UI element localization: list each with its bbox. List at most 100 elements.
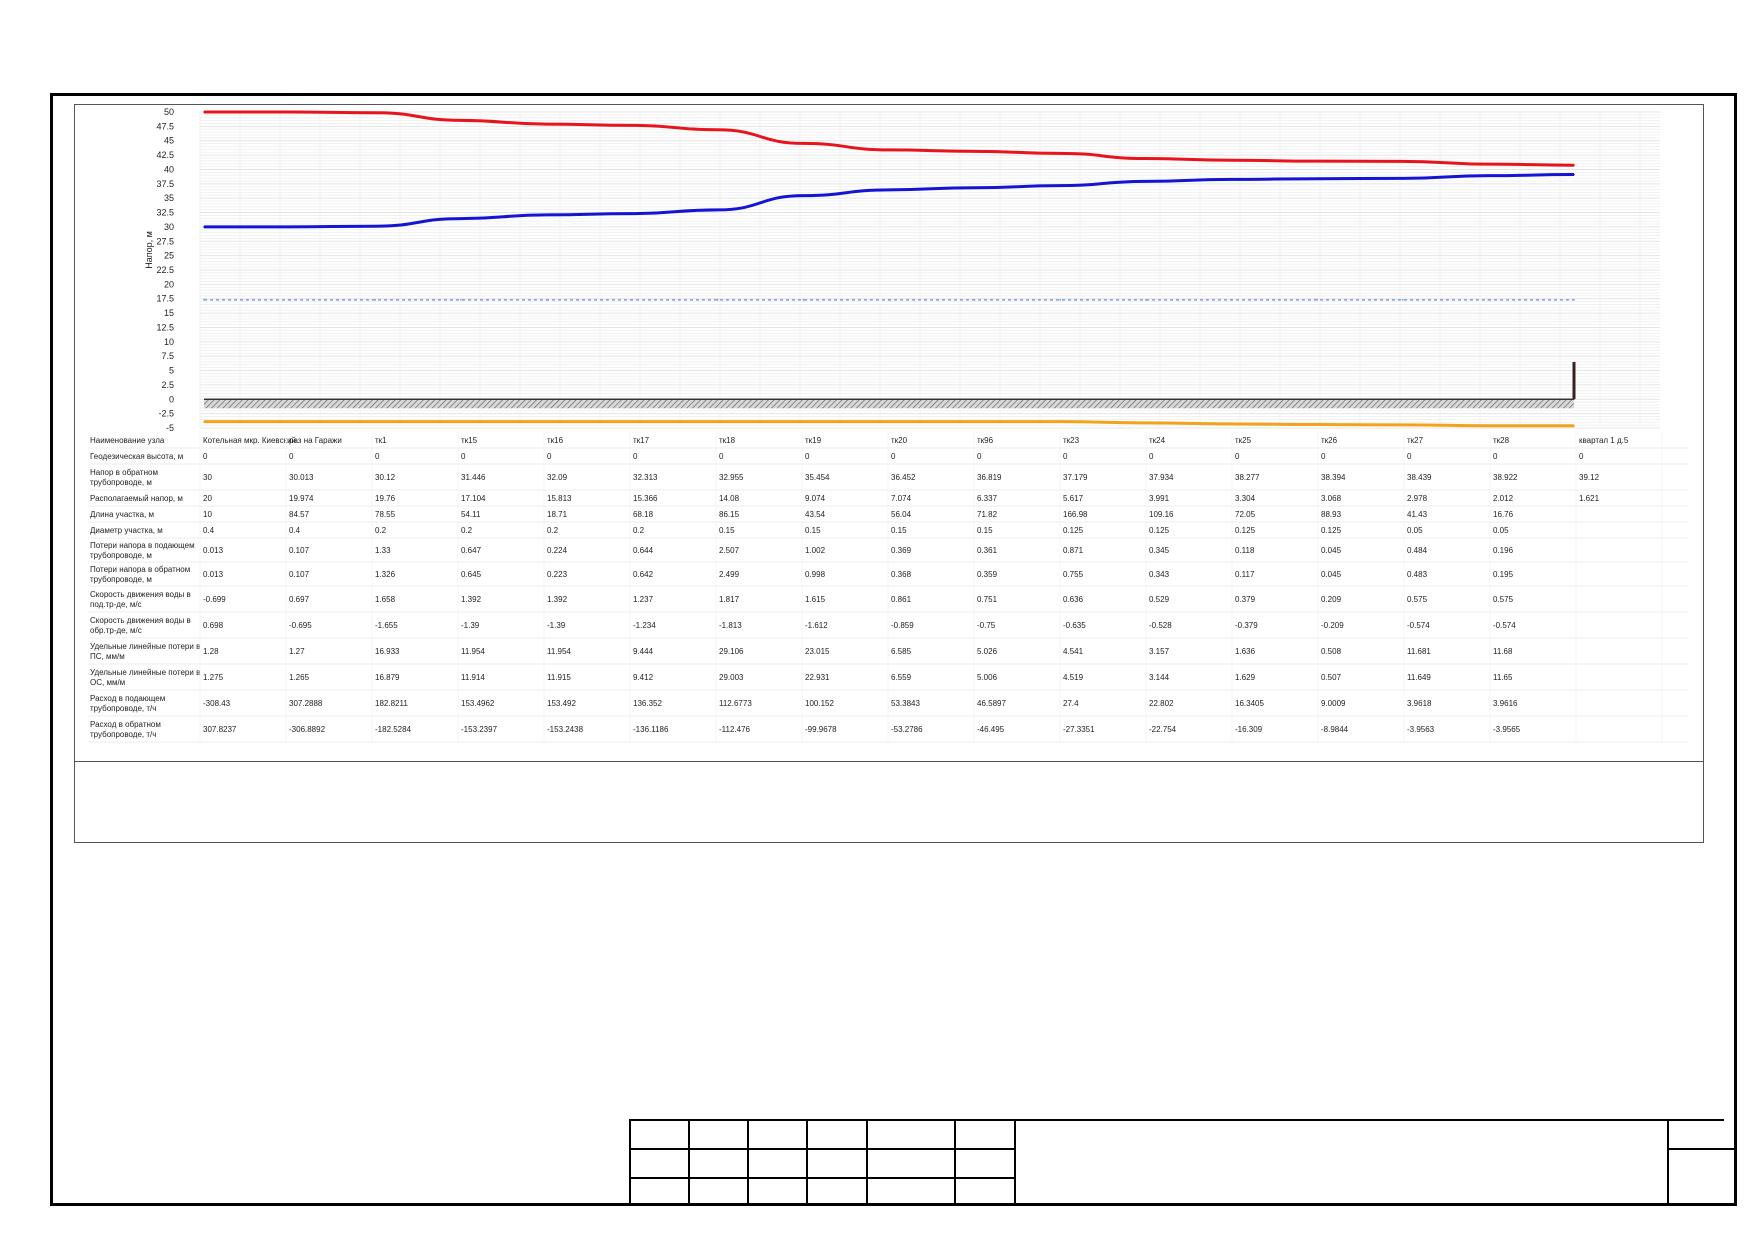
table-cell: 112.6773 xyxy=(719,699,752,708)
table-cell: 18.71 xyxy=(547,510,568,519)
table-row-label: Расход в обратном xyxy=(90,720,161,729)
table-cell: 3.991 xyxy=(1149,494,1170,503)
data-point xyxy=(888,299,890,301)
table-row-label: Потери напора в обратном xyxy=(90,565,190,574)
table-cell: -0.209 xyxy=(1321,621,1344,630)
table-cell: 3.068 xyxy=(1321,494,1342,503)
table-cell: 16.933 xyxy=(375,647,400,656)
table-cell: 11.681 xyxy=(1407,647,1431,656)
table-cell: 38.277 xyxy=(1235,473,1260,482)
y-tick-label: 30 xyxy=(164,222,174,232)
table-cell: 30.12 xyxy=(375,473,396,482)
table-cell: тк15 xyxy=(461,436,478,445)
table-cell: тк27 xyxy=(1407,436,1424,445)
data-point xyxy=(973,186,976,189)
table-cell: 3.157 xyxy=(1149,647,1170,656)
data-point xyxy=(460,217,462,220)
table-cell: 0.117 xyxy=(1235,570,1255,579)
table-cell: 0 xyxy=(1407,452,1412,461)
table-row-label: Диаметр участка, м xyxy=(90,526,163,535)
data-point xyxy=(1573,173,1575,176)
table-cell: 27.4 xyxy=(1063,699,1079,708)
table-cell: 0.483 xyxy=(1407,570,1428,579)
table-cell: тк96 xyxy=(977,436,994,445)
data-point xyxy=(1316,160,1318,162)
table-cell: 19.974 xyxy=(289,494,314,503)
table-cell: -0.859 xyxy=(891,621,914,630)
title-block-row-2 xyxy=(629,1177,1016,1179)
table-cell: 22.931 xyxy=(805,673,830,682)
title-block-col-5 xyxy=(954,1119,956,1206)
table-cell: 41.43 xyxy=(1407,510,1428,519)
table-cell: -306.8892 xyxy=(289,725,326,734)
y-tick-label: -2.5 xyxy=(158,409,174,419)
data-point xyxy=(1487,163,1490,165)
panel-divider xyxy=(74,761,1704,762)
table-cell: 36.819 xyxy=(977,473,1002,482)
data-point xyxy=(1401,177,1404,180)
table-cell: 0.529 xyxy=(1149,595,1170,604)
table-cell: -1.234 xyxy=(633,621,656,630)
table-cell: 0 xyxy=(547,452,552,461)
data-point xyxy=(1059,184,1062,187)
table-cell: -1.813 xyxy=(719,621,742,630)
table-cell: 31.446 xyxy=(461,473,486,482)
table-cell: 0.369 xyxy=(891,546,912,555)
y-tick-label: 25 xyxy=(164,251,174,261)
table-cell: 9.444 xyxy=(633,647,654,656)
table-cell: 0 xyxy=(1579,452,1584,461)
table-cell: 3.9618 xyxy=(1407,699,1432,708)
table-cell: 0.345 xyxy=(1149,546,1170,555)
table-cell: 1.817 xyxy=(719,595,740,604)
data-point xyxy=(1401,424,1404,426)
table-cell: 0 xyxy=(891,452,896,461)
y-tick-label: 2.5 xyxy=(161,380,174,390)
table-cell: 54.11 xyxy=(461,510,481,519)
table-cell: -136.1186 xyxy=(633,725,669,734)
table-cell: 9.412 xyxy=(633,673,654,682)
table-cell: 0.645 xyxy=(461,570,482,579)
data-point xyxy=(1487,424,1490,427)
table-cell: -1.655 xyxy=(375,621,398,630)
table-cell: 0 xyxy=(461,452,466,461)
data-point xyxy=(802,194,805,197)
table-cell: -0.635 xyxy=(1063,621,1086,630)
table-cell: -1.39 xyxy=(461,621,480,630)
table-row-label: Потери напора в подающем xyxy=(90,541,195,550)
data-point xyxy=(1487,299,1490,301)
table-row-label: трубопроводе, т/ч xyxy=(90,704,156,713)
table-cell: 71.82 xyxy=(977,510,998,519)
data-point xyxy=(288,111,291,113)
table-cell: 153.492 xyxy=(547,699,576,708)
table-cell: 166.98 xyxy=(1063,510,1088,519)
table-cell: 0.507 xyxy=(1321,673,1342,682)
title-block-col-2 xyxy=(747,1119,749,1206)
y-tick-label: 27.5 xyxy=(156,236,174,246)
data-point xyxy=(888,189,890,191)
table-row-label: ПС, мм/м xyxy=(90,652,125,661)
y-tick-label: 50 xyxy=(164,107,174,117)
table-cell: -3.9563 xyxy=(1407,725,1435,734)
table-cell: 0.998 xyxy=(805,570,826,579)
table-cell: -0.695 xyxy=(289,621,312,630)
table-row-label: обр.тр-де, м/с xyxy=(90,626,142,635)
table-cell: 0 xyxy=(203,452,208,461)
table-cell: 78.55 xyxy=(375,510,396,519)
data-point xyxy=(973,299,976,301)
y-tick-label: -5 xyxy=(166,423,174,433)
table-cell: 0 xyxy=(375,452,380,461)
table-cell: 35.454 xyxy=(805,473,830,482)
table-cell: 0.209 xyxy=(1321,595,1342,604)
table-cell: 30 xyxy=(203,473,212,482)
table-cell: -308.43 xyxy=(203,699,231,708)
table-cell: 38.439 xyxy=(1407,473,1432,482)
data-point xyxy=(1230,178,1233,181)
data-table: Наименование узла Котельная мкр. Киевский… xyxy=(88,432,1688,743)
y-tick-label: 45 xyxy=(164,136,174,146)
table-cell: 29.003 xyxy=(719,673,744,682)
title-block-sheet-row xyxy=(1667,1148,1737,1150)
table-row-label: под.тр-де, м/с xyxy=(90,600,142,609)
table-cell: 14.08 xyxy=(719,494,740,503)
table-cell: 1.33 xyxy=(375,546,391,555)
data-point xyxy=(1059,152,1062,155)
